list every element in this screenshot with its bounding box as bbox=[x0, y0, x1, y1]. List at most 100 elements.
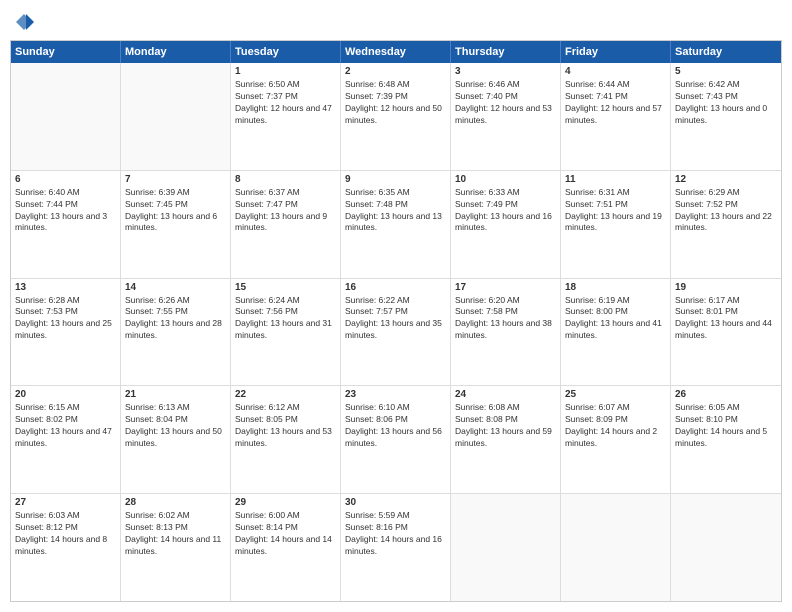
day-cell-14: 14Sunrise: 6:26 AMSunset: 7:55 PMDayligh… bbox=[121, 279, 231, 386]
day-cell-10: 10Sunrise: 6:33 AMSunset: 7:49 PMDayligh… bbox=[451, 171, 561, 278]
sunrise-text: Sunrise: 6:24 AM bbox=[235, 295, 336, 307]
day-cell-6: 6Sunrise: 6:40 AMSunset: 7:44 PMDaylight… bbox=[11, 171, 121, 278]
sunrise-text: Sunrise: 6:12 AM bbox=[235, 402, 336, 414]
daylight-text: Daylight: 14 hours and 16 minutes. bbox=[345, 534, 446, 558]
daylight-text: Daylight: 13 hours and 41 minutes. bbox=[565, 318, 666, 342]
sunset-text: Sunset: 7:41 PM bbox=[565, 91, 666, 103]
daylight-text: Daylight: 12 hours and 53 minutes. bbox=[455, 103, 556, 127]
sunrise-text: Sunrise: 6:39 AM bbox=[125, 187, 226, 199]
sunrise-text: Sunrise: 6:26 AM bbox=[125, 295, 226, 307]
sunrise-text: Sunrise: 6:40 AM bbox=[15, 187, 116, 199]
day-cell-5: 5 Sunrise: 6:42 AMSunset: 7:43 PMDaylight… bbox=[671, 63, 781, 170]
day-number: 11 bbox=[565, 174, 666, 185]
sunset-text: Sunset: 7:40 PM bbox=[455, 91, 556, 103]
day-number: 24 bbox=[455, 389, 556, 400]
day-number: 23 bbox=[345, 389, 446, 400]
daylight-text: Daylight: 13 hours and 47 minutes. bbox=[15, 426, 116, 450]
sunrise-text: Sunrise: 6:46 AM bbox=[455, 79, 556, 91]
sunset-text: Sunset: 8:09 PM bbox=[565, 414, 666, 426]
sunset-text: Sunset: 8:08 PM bbox=[455, 414, 556, 426]
sunrise-text: Sunrise: 6:20 AM bbox=[455, 295, 556, 307]
sunset-text: Sunset: 8:14 PM bbox=[235, 522, 336, 534]
daylight-text: Daylight: 13 hours and 59 minutes. bbox=[455, 426, 556, 450]
day-cell-26: 26Sunrise: 6:05 AMSunset: 8:10 PMDayligh… bbox=[671, 386, 781, 493]
sunrise-text: Sunrise: 6:13 AM bbox=[125, 402, 226, 414]
day-cell-29: 29Sunrise: 6:00 AMSunset: 8:14 PMDayligh… bbox=[231, 494, 341, 601]
day-number: 15 bbox=[235, 282, 336, 293]
sunset-text: Sunset: 7:49 PM bbox=[455, 199, 556, 211]
daylight-text: Daylight: 13 hours and 19 minutes. bbox=[565, 211, 666, 235]
daylight-text: Daylight: 14 hours and 14 minutes. bbox=[235, 534, 336, 558]
header-day-saturday: Saturday bbox=[671, 41, 781, 63]
sunset-text: Sunset: 7:37 PM bbox=[235, 91, 336, 103]
daylight-text: Daylight: 13 hours and 13 minutes. bbox=[345, 211, 446, 235]
day-cell-21: 21Sunrise: 6:13 AMSunset: 8:04 PMDayligh… bbox=[121, 386, 231, 493]
empty-cell bbox=[11, 63, 121, 170]
day-number: 20 bbox=[15, 389, 116, 400]
sunset-text: Sunset: 7:51 PM bbox=[565, 199, 666, 211]
day-cell-1: 1Sunrise: 6:50 AMSunset: 7:37 PMDaylight… bbox=[231, 63, 341, 170]
day-number: 22 bbox=[235, 389, 336, 400]
day-number: 7 bbox=[125, 174, 226, 185]
sunrise-text: Sunrise: 6:50 AM bbox=[235, 79, 336, 91]
daylight-text: Daylight: 13 hours and 6 minutes. bbox=[125, 211, 226, 235]
daylight-text: Daylight: 13 hours and 0 minutes. bbox=[675, 103, 777, 127]
day-number: 16 bbox=[345, 282, 446, 293]
sunset-text: Sunset: 8:06 PM bbox=[345, 414, 446, 426]
day-cell-13: 13Sunrise: 6:28 AMSunset: 7:53 PMDayligh… bbox=[11, 279, 121, 386]
day-cell-22: 22Sunrise: 6:12 AMSunset: 8:05 PMDayligh… bbox=[231, 386, 341, 493]
sunset-text: Sunset: 8:04 PM bbox=[125, 414, 226, 426]
daylight-text: Daylight: 13 hours and 9 minutes. bbox=[235, 211, 336, 235]
day-cell-19: 19Sunrise: 6:17 AMSunset: 8:01 PMDayligh… bbox=[671, 279, 781, 386]
day-cell-28: 28Sunrise: 6:02 AMSunset: 8:13 PMDayligh… bbox=[121, 494, 231, 601]
day-number: 5 bbox=[675, 66, 777, 77]
day-cell-9: 9Sunrise: 6:35 AMSunset: 7:48 PMDaylight… bbox=[341, 171, 451, 278]
daylight-text: Daylight: 12 hours and 57 minutes. bbox=[565, 103, 666, 127]
sunrise-text: Sunrise: 6:31 AM bbox=[565, 187, 666, 199]
daylight-text: Daylight: 14 hours and 11 minutes. bbox=[125, 534, 226, 558]
sunrise-text: Sunrise: 6:37 AM bbox=[235, 187, 336, 199]
sunrise-text: Sunrise: 6:44 AM bbox=[565, 79, 666, 91]
sunset-text: Sunset: 8:02 PM bbox=[15, 414, 116, 426]
day-cell-8: 8Sunrise: 6:37 AMSunset: 7:47 PMDaylight… bbox=[231, 171, 341, 278]
daylight-text: Daylight: 13 hours and 25 minutes. bbox=[15, 318, 116, 342]
day-number: 26 bbox=[675, 389, 777, 400]
day-number: 14 bbox=[125, 282, 226, 293]
sunset-text: Sunset: 8:05 PM bbox=[235, 414, 336, 426]
sunset-text: Sunset: 8:00 PM bbox=[565, 306, 666, 318]
header-day-thursday: Thursday bbox=[451, 41, 561, 63]
daylight-text: Daylight: 13 hours and 16 minutes. bbox=[455, 211, 556, 235]
day-number: 3 bbox=[455, 66, 556, 77]
empty-cell bbox=[451, 494, 561, 601]
calendar-row-4: 20Sunrise: 6:15 AMSunset: 8:02 PMDayligh… bbox=[11, 386, 781, 494]
sunset-text: Sunset: 7:43 PM bbox=[675, 91, 777, 103]
sunrise-text: Sunrise: 6:03 AM bbox=[15, 510, 116, 522]
daylight-text: Daylight: 13 hours and 35 minutes. bbox=[345, 318, 446, 342]
header-day-friday: Friday bbox=[561, 41, 671, 63]
day-number: 18 bbox=[565, 282, 666, 293]
sunrise-text: Sunrise: 6:02 AM bbox=[125, 510, 226, 522]
sunrise-text: Sunrise: 6:42 AM bbox=[675, 79, 777, 91]
day-cell-18: 18 Sunrise: 6:19 AMSunset: 8:00 PMDayligh… bbox=[561, 279, 671, 386]
day-cell-20: 20Sunrise: 6:15 AMSunset: 8:02 PMDayligh… bbox=[11, 386, 121, 493]
day-number: 13 bbox=[15, 282, 116, 293]
logo bbox=[14, 10, 38, 32]
daylight-text: Daylight: 13 hours and 31 minutes. bbox=[235, 318, 336, 342]
day-cell-4: 4Sunrise: 6:44 AMSunset: 7:41 PMDaylight… bbox=[561, 63, 671, 170]
sunrise-text: Sunrise: 6:17 AM bbox=[675, 295, 777, 307]
daylight-text: Daylight: 14 hours and 2 minutes. bbox=[565, 426, 666, 450]
calendar-row-1: 1Sunrise: 6:50 AMSunset: 7:37 PMDaylight… bbox=[11, 63, 781, 171]
sunset-text: Sunset: 7:56 PM bbox=[235, 306, 336, 318]
sunrise-text: Sunrise: 6:48 AM bbox=[345, 79, 446, 91]
sunset-text: Sunset: 8:01 PM bbox=[675, 306, 777, 318]
sunset-text: Sunset: 7:39 PM bbox=[345, 91, 446, 103]
calendar-row-2: 6Sunrise: 6:40 AMSunset: 7:44 PMDaylight… bbox=[11, 171, 781, 279]
sunrise-text: Sunrise: 6:19 AM bbox=[565, 295, 666, 307]
day-number: 17 bbox=[455, 282, 556, 293]
day-number: 8 bbox=[235, 174, 336, 185]
day-number: 27 bbox=[15, 497, 116, 508]
daylight-text: Daylight: 13 hours and 44 minutes. bbox=[675, 318, 777, 342]
logo-icon bbox=[14, 12, 34, 32]
day-number: 28 bbox=[125, 497, 226, 508]
sunrise-text: Sunrise: 6:00 AM bbox=[235, 510, 336, 522]
